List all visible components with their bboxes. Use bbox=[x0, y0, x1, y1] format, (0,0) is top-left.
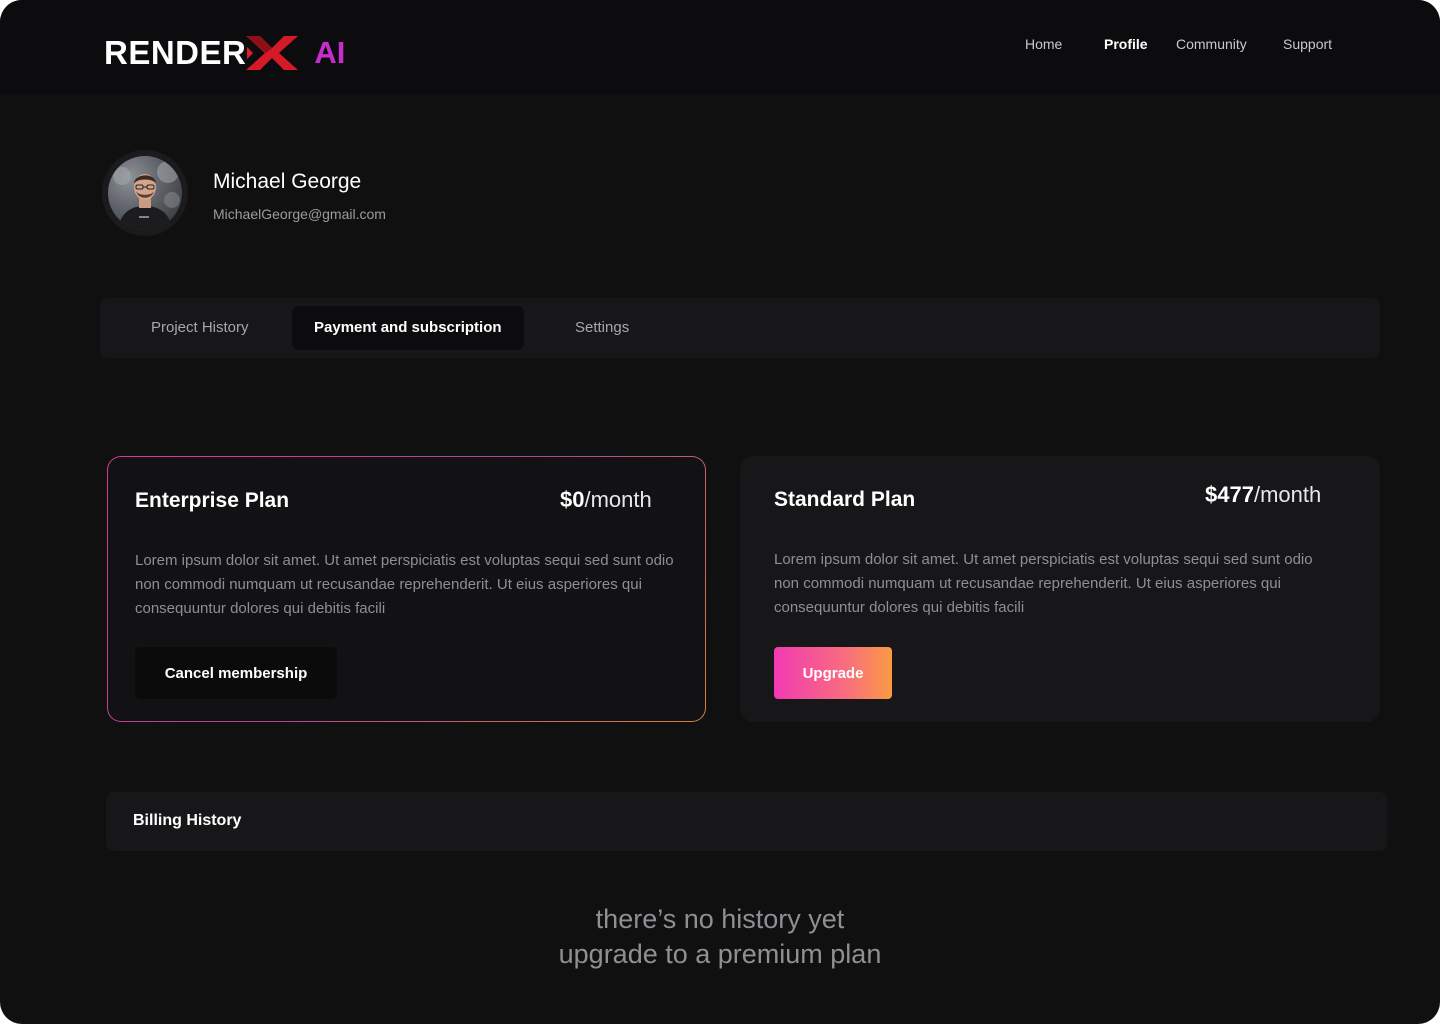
plan-description: Lorem ipsum dolor sit amet. Ut amet pers… bbox=[774, 551, 1313, 616]
plan-price: $477/month bbox=[1205, 482, 1321, 508]
plan-title: Standard Plan bbox=[774, 488, 916, 511]
price-period: /month bbox=[584, 487, 652, 512]
price-amount: $477 bbox=[1205, 482, 1254, 507]
nav-support[interactable]: Support bbox=[1283, 36, 1332, 52]
billing-history-header: Billing History bbox=[106, 792, 1387, 851]
enterprise-plan-card: Enterprise Plan $0/month Lorem ipsum dol… bbox=[107, 456, 706, 722]
empty-state-hint: upgrade to a premium plan bbox=[558, 939, 882, 969]
user-email: MichaelGeorge@gmail.com bbox=[213, 206, 386, 222]
empty-state-message: there’s no history yet bbox=[595, 904, 845, 934]
upgrade-button[interactable]: Upgrade bbox=[774, 647, 892, 699]
user-avatar-photo bbox=[108, 156, 182, 230]
price-amount: $0 bbox=[560, 487, 585, 512]
plan-description: Lorem ipsum dolor sit amet. Ut amet pers… bbox=[135, 552, 674, 617]
standard-plan-card: Standard Plan $477/month Lorem ipsum dol… bbox=[740, 456, 1380, 722]
tab-payment-and-subscription[interactable]: Payment and subscription bbox=[292, 306, 524, 350]
app-window: RENDER AI Home Profile Community Support bbox=[0, 0, 1440, 1024]
plan-title: Enterprise Plan bbox=[135, 489, 290, 512]
nav-community[interactable]: Community bbox=[1176, 36, 1247, 52]
nav-profile[interactable]: Profile bbox=[1104, 36, 1148, 52]
user-name: Michael George bbox=[213, 170, 362, 193]
top-navigation-bar: RENDER AI Home Profile Community Support bbox=[0, 0, 1440, 94]
main-nav: Home Profile Community Support bbox=[0, 36, 1440, 56]
plan-price: $0/month bbox=[560, 487, 652, 513]
profile-tabs: Project History Payment and subscription… bbox=[100, 298, 1380, 358]
billing-history-title: Billing History bbox=[133, 812, 242, 829]
cancel-membership-button[interactable]: Cancel membership bbox=[135, 647, 337, 699]
tab-settings[interactable]: Settings bbox=[553, 306, 651, 350]
nav-home[interactable]: Home bbox=[1025, 36, 1062, 52]
avatar[interactable] bbox=[102, 150, 188, 236]
price-period: /month bbox=[1253, 482, 1322, 507]
tab-project-history[interactable]: Project History bbox=[129, 306, 271, 350]
